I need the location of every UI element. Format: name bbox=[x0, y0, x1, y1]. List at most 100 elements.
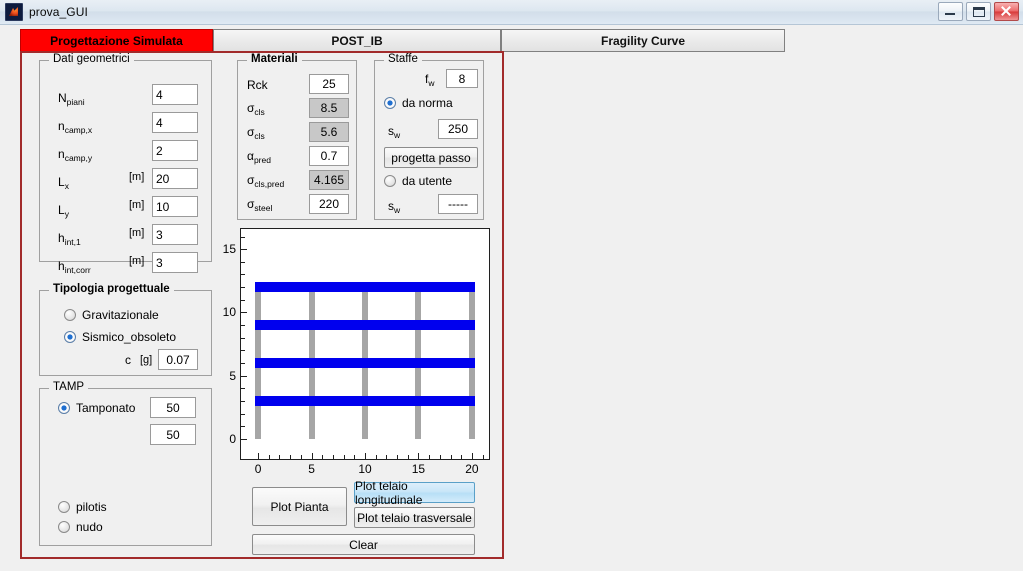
tab-progettazione-simulata[interactable]: Progettazione Simulata bbox=[20, 29, 213, 52]
y-tick bbox=[241, 375, 247, 377]
y-tick-label: 5 bbox=[229, 368, 236, 383]
panel-title-materiali: Materiali bbox=[247, 53, 302, 65]
y-tick bbox=[241, 299, 245, 301]
radio-da-norma[interactable]: da norma bbox=[384, 96, 453, 110]
radio-label-pilotis: pilotis bbox=[76, 500, 107, 514]
radio-label-sismico-obsoleto: Sismico_obsoleto bbox=[82, 330, 177, 344]
maximize-icon[interactable] bbox=[966, 2, 991, 21]
unit-h-int-1: [m] bbox=[129, 227, 145, 239]
plot-pianta-button[interactable]: Plot Pianta bbox=[252, 487, 347, 526]
radio-pilotis[interactable]: pilotis bbox=[58, 500, 107, 514]
x-tick bbox=[279, 455, 281, 459]
input-n-camp-x[interactable]: 4 bbox=[152, 112, 198, 133]
radio-gravitazionale[interactable]: Gravitazionale bbox=[64, 308, 159, 322]
input-sigma-cls-pred: 4.165 bbox=[309, 170, 349, 190]
radio-tamponato[interactable]: Tamponato bbox=[58, 401, 135, 415]
y-tick bbox=[241, 426, 245, 428]
frame-beam bbox=[255, 282, 475, 293]
radio-nudo[interactable]: nudo bbox=[58, 520, 103, 534]
x-tick bbox=[397, 455, 399, 459]
x-tick bbox=[311, 453, 313, 459]
y-tick bbox=[241, 274, 245, 276]
input-tamp-2[interactable]: 50 bbox=[150, 424, 196, 445]
input-sigma-cls-1: 8.5 bbox=[309, 98, 349, 118]
radio-da-utente[interactable]: da utente bbox=[384, 174, 452, 188]
radio-dot-da-utente bbox=[384, 175, 396, 187]
label-n-camp-y: ncamp,y bbox=[58, 147, 93, 163]
x-tick bbox=[407, 455, 409, 459]
label-h-int-corr: hint,corr bbox=[58, 259, 91, 275]
x-tick bbox=[300, 455, 302, 459]
label-n-camp-x: ncamp,x bbox=[58, 119, 93, 135]
radio-dot-gravitazionale bbox=[64, 309, 76, 321]
input-ly[interactable]: 10 bbox=[152, 196, 198, 217]
x-tick bbox=[429, 455, 431, 459]
x-tick-label: 10 bbox=[358, 462, 372, 476]
x-tick bbox=[450, 455, 452, 459]
radio-label-gravitazionale: Gravitazionale bbox=[82, 308, 159, 322]
clear-button[interactable]: Clear bbox=[252, 534, 475, 555]
frame-beam bbox=[255, 320, 475, 331]
label-n-piani: Npiani bbox=[58, 91, 85, 107]
y-tick bbox=[241, 362, 245, 364]
unit-c: [g] bbox=[140, 354, 153, 366]
plot-telaio-trasversale-button[interactable]: Plot telaio trasversale bbox=[354, 507, 475, 528]
close-icon[interactable] bbox=[994, 2, 1019, 21]
input-h-int-corr[interactable]: 3 bbox=[152, 252, 198, 273]
input-rck[interactable]: 25 bbox=[309, 74, 349, 94]
input-sigma-steel[interactable]: 220 bbox=[309, 194, 349, 214]
input-sigma-cls-2: 5.6 bbox=[309, 122, 349, 142]
input-n-piani[interactable]: 4 bbox=[152, 84, 198, 105]
y-tick bbox=[241, 312, 247, 314]
y-tick bbox=[241, 337, 245, 339]
panel-materiali: Materiali Rck 25 σcls 8.5 σcls 5.6 αpred… bbox=[237, 53, 357, 220]
input-tamp-1[interactable]: 50 bbox=[150, 397, 196, 418]
radio-sismico-obsoleto[interactable]: Sismico_obsoleto bbox=[64, 330, 176, 344]
label-sw-utente: sw bbox=[388, 199, 401, 215]
y-tick bbox=[241, 236, 245, 238]
x-tick bbox=[461, 455, 463, 459]
x-tick bbox=[365, 453, 366, 459]
window-controls bbox=[938, 2, 1019, 21]
panel-tipologia-progettuale: Tipologia progettuale Gravitazionale Sis… bbox=[39, 283, 212, 376]
input-n-camp-y[interactable]: 2 bbox=[152, 140, 198, 161]
input-lx[interactable]: 20 bbox=[152, 168, 198, 189]
panel-title-tamp: TAMP bbox=[49, 381, 89, 393]
title-bar: prova_GUI bbox=[0, 0, 1023, 25]
frame-plot-axes[interactable] bbox=[240, 228, 490, 460]
x-tick-label: 15 bbox=[411, 462, 426, 476]
tab-post-ib[interactable]: POST_IB bbox=[213, 29, 501, 52]
input-sw-utente[interactable]: ----- bbox=[438, 194, 478, 214]
plot-telaio-longitudinale-button[interactable]: Plot telaio longitudinale bbox=[354, 479, 475, 507]
panel-staffe: Staffe fw 8 da norma sw 250 progetta pas… bbox=[374, 53, 484, 220]
input-sw-norma[interactable]: 250 bbox=[438, 119, 478, 139]
tab-fragility-curve[interactable]: Fragility Curve bbox=[501, 29, 785, 52]
radio-dot-sismico-obsoleto bbox=[64, 331, 76, 343]
label-sw-norma: sw bbox=[388, 124, 401, 140]
x-tick bbox=[471, 453, 473, 459]
panel-tamp: TAMP Tamponato 50 50 pilotis nudo bbox=[39, 381, 212, 546]
x-tick bbox=[439, 455, 441, 459]
y-tick-label: 0 bbox=[229, 431, 236, 446]
input-fw[interactable]: 8 bbox=[446, 69, 478, 88]
frame-beam bbox=[255, 357, 475, 368]
minimize-icon[interactable] bbox=[938, 2, 963, 21]
y-tick bbox=[241, 287, 245, 289]
input-c[interactable]: 0.07 bbox=[158, 349, 198, 370]
input-h-int-1[interactable]: 3 bbox=[152, 224, 198, 245]
input-alpha-pred[interactable]: 0.7 bbox=[309, 146, 349, 166]
radio-label-tamponato: Tamponato bbox=[76, 401, 136, 415]
progetta-passo-button[interactable]: progetta passo bbox=[384, 147, 478, 168]
x-tick bbox=[290, 455, 292, 459]
y-tick-label: 10 bbox=[222, 305, 236, 320]
label-sigma-cls-pred: σcls,pred bbox=[247, 173, 285, 189]
panel-title-tipologia: Tipologia progettuale bbox=[49, 283, 174, 295]
x-tick bbox=[332, 455, 334, 459]
radio-label-da-norma: da norma bbox=[402, 96, 453, 110]
y-tick-label: 15 bbox=[222, 242, 236, 257]
label-sigma-cls-2: σcls bbox=[247, 125, 265, 141]
unit-h-int-corr: [m] bbox=[129, 255, 145, 267]
x-tick-label: 0 bbox=[254, 462, 262, 476]
y-tick bbox=[241, 350, 245, 352]
panel-dati-geometrici: Dati geometrici Npiani 4 ncamp,x 4 ncamp… bbox=[39, 53, 212, 275]
